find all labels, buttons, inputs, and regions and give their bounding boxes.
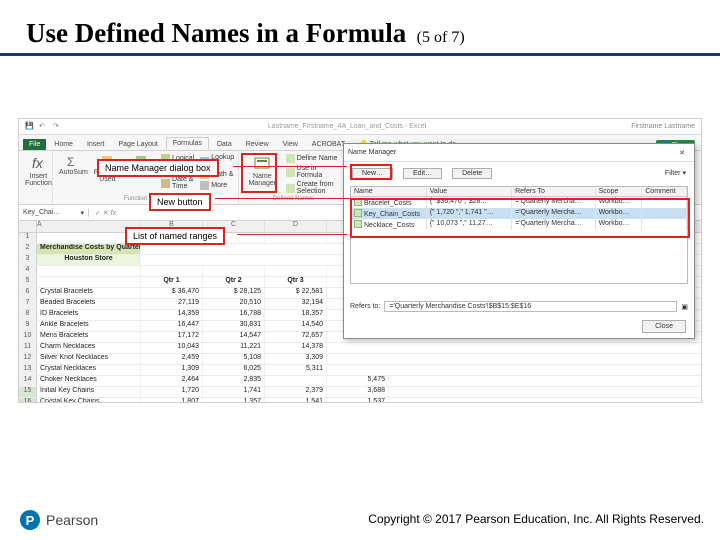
sheet-subtitle[interactable]: Houston Store — [37, 255, 141, 265]
tab-file[interactable]: File — [23, 139, 46, 150]
name-manager-button[interactable]: Name Manager — [245, 154, 280, 187]
tab-page-layout[interactable]: Page Layout — [112, 139, 163, 150]
more-fn-button[interactable]: More — [200, 181, 234, 190]
group-defined-names: Defined Names — [245, 196, 342, 202]
autosum-button[interactable]: ΣAutoSum — [59, 154, 88, 176]
slide-counter: (5 of 7) — [417, 29, 465, 46]
name-box[interactable]: Key_Chai…▾ — [19, 209, 89, 217]
list-col-refers[interactable]: Refers To — [512, 187, 595, 196]
insert-function-button[interactable]: fxInsert Function — [25, 154, 52, 187]
callout-list: List of named ranges — [125, 227, 225, 245]
name-manager-dialog: Name Manager ✕ New… Edit… Delete Filter … — [343, 143, 695, 339]
pearson-logo-icon: P — [20, 510, 40, 530]
svg-text:fx: fx — [32, 155, 44, 171]
tab-view[interactable]: View — [277, 139, 304, 150]
tab-data[interactable]: Data — [211, 139, 238, 150]
table-row: 14Choker Necklaces2,4642,8355,475 — [19, 376, 701, 387]
edit-button[interactable]: Edit… — [403, 168, 442, 179]
slide-title: Use Defined Names in a Formula — [26, 18, 406, 48]
table-row: 15Initial Key Chains1,7201,7412,3793,688 — [19, 387, 701, 398]
tab-review[interactable]: Review — [240, 139, 275, 150]
copyright: Copyright © 2017 Pearson Education, Inc.… — [368, 512, 704, 526]
undo-icon[interactable]: ↶ — [39, 122, 49, 132]
table-row: 16Crystal Key Chains1,8071,3571,5411,537 — [19, 398, 701, 402]
fx-icon[interactable]: ✓ ✕ fx — [89, 209, 122, 217]
col-header[interactable]: D — [265, 221, 327, 232]
excel-screenshot: 💾 ↶ ↷ Lastname_Firstname_4A_Loan_and_Cos… — [18, 118, 702, 403]
define-name-button[interactable]: Define Name — [286, 154, 342, 163]
date-time-button[interactable]: Date & Time — [161, 176, 194, 190]
table-row: 11Charm Necklaces10,04311,22114,378 — [19, 343, 701, 354]
tab-formulas[interactable]: Formulas — [166, 137, 209, 150]
refers-to-input[interactable]: ='Quarterly Merchandise Costs'!$B$15:$E$… — [384, 301, 677, 312]
list-col-comment[interactable]: Comment — [642, 187, 687, 196]
document-title: Lastname_Firstname_4A_Loan_and_Costs - E… — [63, 123, 631, 130]
filter-button[interactable]: Filter ▾ — [665, 169, 686, 177]
list-col-value[interactable]: Value — [427, 187, 512, 196]
refers-to-label: Refers to: — [350, 303, 380, 310]
delete-button[interactable]: Delete — [452, 168, 492, 179]
list-item[interactable]: Necklace_Costs{" 10,073 "," 11,27…='Quar… — [351, 219, 687, 230]
close-button[interactable]: Close — [642, 320, 686, 333]
pearson-brand: Pearson — [46, 512, 98, 528]
list-item[interactable]: Bracelet_Costs{" $36,470","$28...='Quart… — [351, 197, 687, 208]
svg-text:Σ: Σ — [67, 155, 74, 168]
use-in-formula-button[interactable]: Use in Formula — [286, 165, 342, 179]
redo-icon[interactable]: ↷ — [53, 122, 63, 132]
new-button[interactable]: New… — [352, 168, 393, 179]
named-ranges-list: Name Value Refers To Scope Comment Brace… — [350, 186, 688, 284]
collapse-dialog-icon[interactable]: ▣ — [681, 303, 688, 311]
table-row: 13Crystal Necklaces1,3096,0255,311 — [19, 365, 701, 376]
table-row: 12Silver Knot Necklaces2,4595,1083,309 — [19, 354, 701, 365]
create-from-selection-button[interactable]: Create from Selection — [286, 181, 342, 195]
callout-new-button: New button — [149, 193, 211, 211]
list-col-name[interactable]: Name — [351, 187, 427, 196]
tab-home[interactable]: Home — [48, 139, 79, 150]
list-item[interactable]: Key_Chain_Costs{" 1,720 "," 1,741 "…='Qu… — [351, 208, 687, 219]
list-col-scope[interactable]: Scope — [596, 187, 643, 196]
sheet-title[interactable]: Merchandise Costs by Quarter, Small Item… — [37, 244, 141, 254]
user-name: Firstname Lastname — [631, 123, 701, 130]
close-icon[interactable]: ✕ — [674, 149, 690, 157]
chevron-down-icon[interactable]: ▾ — [80, 209, 84, 217]
dialog-title: Name Manager — [348, 149, 396, 156]
callout-name-manager: Name Manager dialog box — [97, 159, 219, 177]
tab-insert[interactable]: Insert — [81, 139, 111, 150]
save-icon[interactable]: 💾 — [25, 122, 35, 132]
